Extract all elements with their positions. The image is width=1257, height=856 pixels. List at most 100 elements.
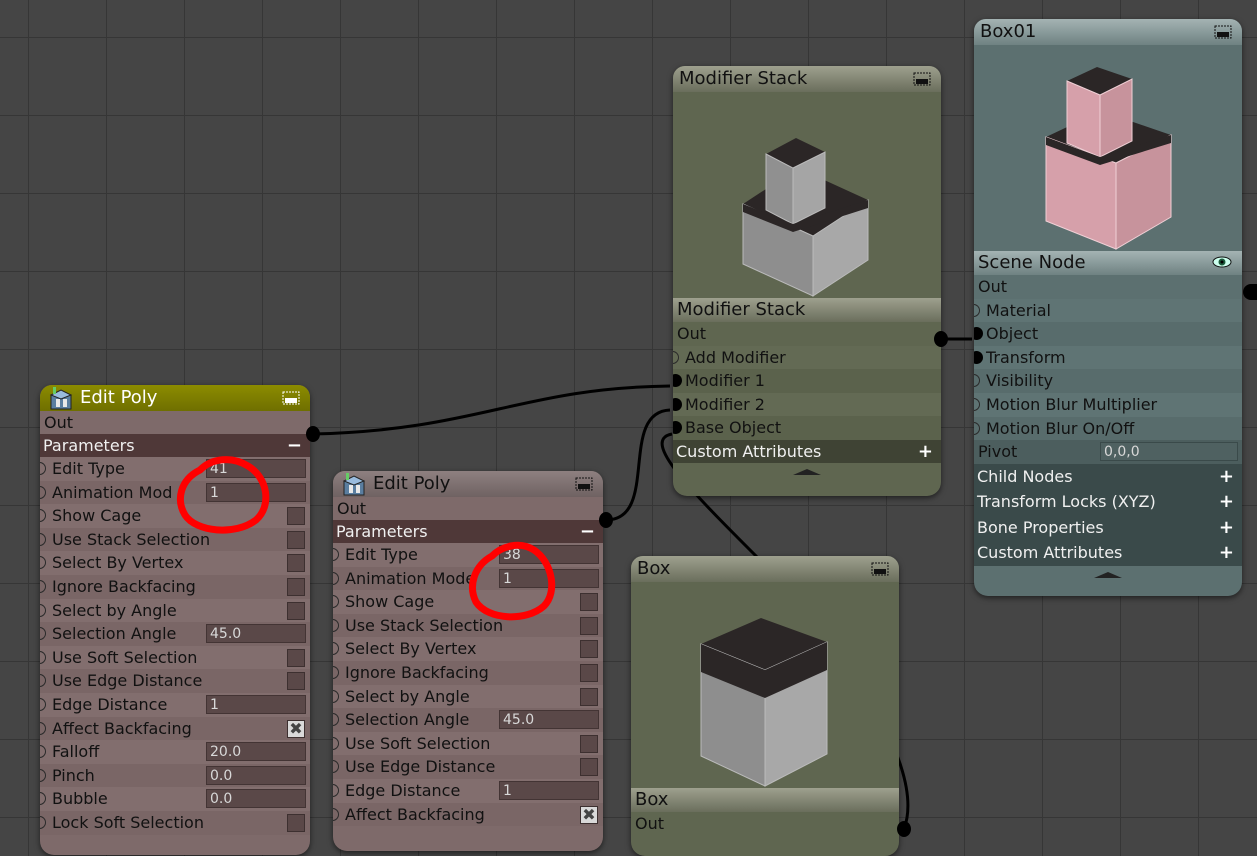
pivot-field[interactable]: 0,0,0 — [1100, 442, 1238, 462]
edit-poly-1-title-bar[interactable]: Edit Poly — [40, 385, 310, 411]
affect-backfacing-checkbox[interactable]: ✖ — [580, 805, 598, 824]
input-socket[interactable] — [40, 792, 46, 806]
input-socket[interactable] — [333, 595, 339, 609]
node-menu-icon[interactable] — [1214, 25, 1232, 39]
input-motion-blur-on-off[interactable]: Motion Blur On/Off — [974, 416, 1242, 441]
animation-mode-field[interactable]: 1 — [499, 568, 599, 588]
input-socket[interactable] — [40, 674, 46, 688]
edit-poly-1-parameters-header[interactable]: Parameters − — [40, 434, 310, 457]
input-socket[interactable] — [333, 548, 339, 561]
input-socket[interactable] — [974, 421, 980, 435]
expand-button[interactable]: + — [1219, 515, 1234, 541]
input-socket[interactable] — [974, 327, 983, 341]
input-add-modifier[interactable]: Add Modifier — [673, 345, 941, 370]
input-material[interactable]: Material — [974, 298, 1242, 323]
input-socket[interactable] — [40, 579, 46, 593]
ignore-backfacing-checkbox[interactable] — [580, 663, 598, 682]
input-socket[interactable] — [333, 642, 339, 656]
input-socket[interactable] — [40, 745, 46, 759]
modifier-stack-custom-attributes[interactable]: Custom Attributes + — [673, 439, 941, 463]
section-child-nodes[interactable]: Child Nodes + — [974, 463, 1242, 490]
box-node[interactable]: Box Box Out — [631, 556, 899, 856]
input-socket[interactable] — [333, 618, 339, 632]
input-modifier-1[interactable]: Modifier 1 — [673, 369, 941, 393]
select-by-vertex-checkbox[interactable] — [580, 640, 598, 659]
edit-poly-2-title-bar[interactable]: Edit Poly — [333, 471, 603, 497]
use-stack-selection-checkbox[interactable] — [287, 530, 305, 549]
use-edge-distance-checkbox[interactable] — [580, 758, 598, 777]
input-socket[interactable] — [40, 768, 46, 782]
input-socket[interactable] — [40, 556, 46, 570]
input-socket[interactable] — [673, 421, 682, 435]
box01-out-port[interactable] — [1243, 284, 1257, 300]
node-menu-icon[interactable] — [913, 72, 931, 86]
lock-soft-selection-checkbox[interactable] — [287, 813, 305, 832]
input-socket[interactable] — [974, 397, 980, 411]
input-socket[interactable] — [974, 374, 980, 388]
input-socket[interactable] — [673, 350, 679, 364]
use-stack-selection-checkbox[interactable] — [580, 616, 598, 635]
input-transform[interactable]: Transform — [974, 345, 1242, 370]
box01-scene-node[interactable]: Box01 Scene Node Out Material Object Trans… — [974, 19, 1242, 596]
select-by-angle-checkbox[interactable] — [287, 601, 305, 620]
bubble-field[interactable]: 0.0 — [206, 789, 306, 809]
input-socket[interactable] — [40, 721, 46, 735]
animation-mod-field[interactable]: 1 — [206, 482, 306, 502]
modifier-stack-node[interactable]: Modifier Stack Modifier Stack Out Add Mo… — [673, 66, 941, 496]
edit-poly-2-parameters-header[interactable]: Parameters − — [333, 520, 603, 543]
selection-angle-field[interactable]: 45.0 — [206, 624, 306, 644]
edge-distance-field[interactable]: 1 — [206, 694, 306, 714]
affect-backfacing-checkbox[interactable]: ✖ — [287, 719, 305, 738]
input-socket[interactable] — [40, 532, 46, 546]
input-socket[interactable] — [40, 627, 46, 641]
input-object[interactable]: Object — [974, 322, 1242, 346]
edit-poly-node-2[interactable]: Edit Poly Out Parameters − Edit Type 38 An… — [333, 471, 603, 851]
use-soft-selection-checkbox[interactable] — [580, 734, 598, 753]
section-transform-locks-xyz[interactable]: Transform Locks (XYZ) + — [974, 489, 1242, 515]
input-socket[interactable] — [673, 374, 682, 388]
select-by-angle-checkbox[interactable] — [580, 687, 598, 706]
input-socket[interactable] — [40, 485, 46, 499]
collapse-button[interactable]: − — [287, 434, 302, 457]
input-socket[interactable] — [974, 350, 983, 364]
use-edge-distance-checkbox[interactable] — [287, 672, 305, 691]
box01-title-bar[interactable]: Box01 — [974, 19, 1242, 45]
edit-type-field[interactable]: 38 — [499, 545, 599, 564]
eye-icon[interactable] — [1212, 256, 1232, 268]
input-socket[interactable] — [333, 783, 339, 797]
edit-poly-1-out-port[interactable] — [306, 426, 320, 442]
node-menu-icon[interactable] — [282, 391, 300, 405]
input-socket[interactable] — [673, 397, 682, 411]
modifier-stack-title-bar[interactable]: Modifier Stack — [673, 66, 941, 92]
show-cage-checkbox[interactable] — [287, 507, 305, 526]
input-socket[interactable] — [40, 603, 46, 617]
input-socket[interactable] — [40, 462, 46, 475]
node-menu-icon[interactable] — [871, 562, 889, 576]
node-menu-icon[interactable] — [575, 477, 593, 491]
select-by-vertex-checkbox[interactable] — [287, 554, 305, 573]
box-title-bar[interactable]: Box — [631, 556, 899, 582]
falloff-field[interactable]: 20.0 — [206, 742, 306, 762]
collapse-button[interactable]: − — [580, 520, 595, 543]
input-socket[interactable] — [333, 807, 339, 821]
input-modifier-2[interactable]: Modifier 2 — [673, 392, 941, 417]
input-socket[interactable] — [333, 571, 339, 585]
edit-poly-2-out-port[interactable] — [599, 512, 613, 528]
input-motion-blur-multiplier[interactable]: Motion Blur Multiplier — [974, 392, 1242, 417]
selection-angle-field[interactable]: 45.0 — [499, 710, 599, 730]
edit-type-field[interactable]: 41 — [206, 459, 306, 478]
expand-button[interactable]: + — [1219, 464, 1234, 490]
input-visibility[interactable]: Visibility — [974, 369, 1242, 393]
pinch-field[interactable]: 0.0 — [206, 765, 306, 785]
expand-button[interactable]: + — [918, 440, 933, 463]
expand-button[interactable]: + — [1219, 489, 1234, 515]
modifier-stack-out-port[interactable] — [934, 331, 948, 347]
input-socket[interactable] — [40, 650, 46, 664]
ignore-backfacing-checkbox[interactable] — [287, 577, 305, 596]
edge-distance-field[interactable]: 1 — [499, 780, 599, 800]
input-socket[interactable] — [40, 509, 46, 523]
input-base-object[interactable]: Base Object — [673, 416, 941, 440]
input-socket[interactable] — [40, 697, 46, 711]
input-socket[interactable] — [333, 713, 339, 727]
input-socket[interactable] — [333, 736, 339, 750]
